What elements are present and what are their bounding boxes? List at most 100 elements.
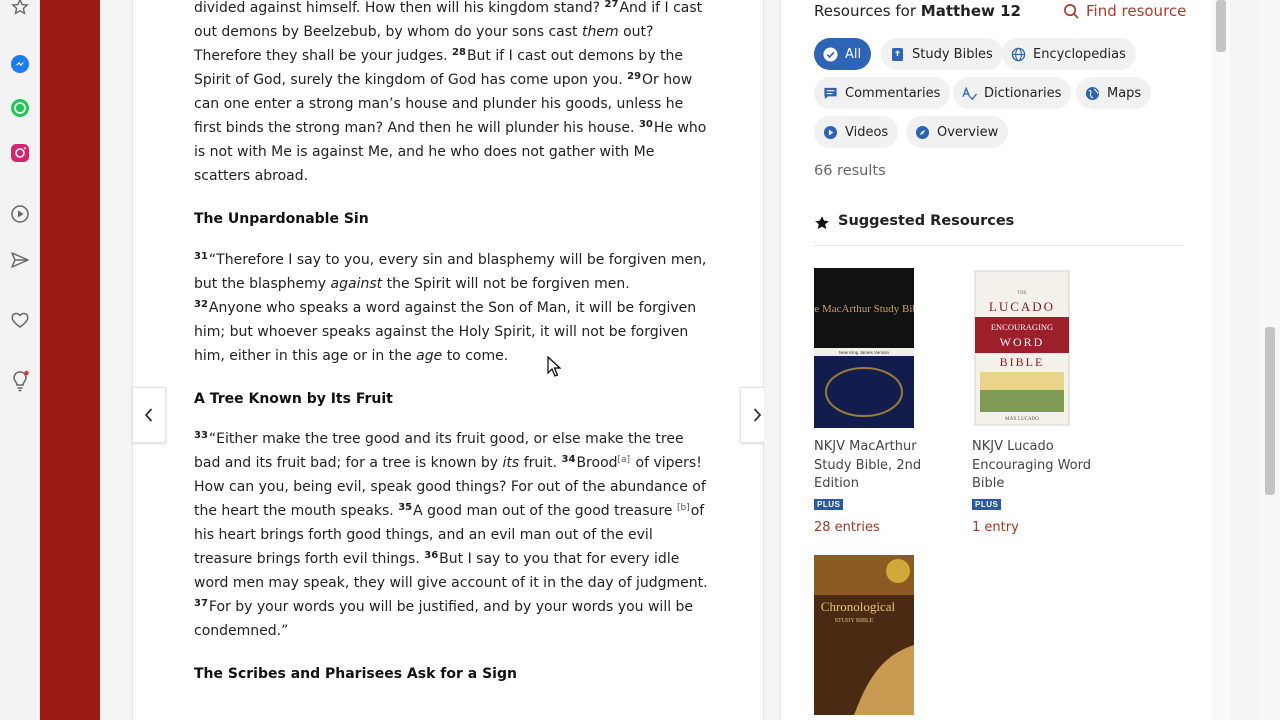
pane-gutter <box>764 0 780 720</box>
section-heading: The Scribes and Pharisees Ask for a Sign <box>194 666 517 682</box>
verse-number: 34 <box>561 454 576 465</box>
globe-icon <box>1011 47 1026 62</box>
find-resource-label: Find resource <box>1086 2 1187 20</box>
filter-chip-label: Study Bibles <box>912 46 993 62</box>
brand-sidebar-strip <box>40 0 100 720</box>
resources-scrollbar[interactable] <box>1212 0 1230 720</box>
filter-chip-videos[interactable]: Videos <box>814 116 899 148</box>
verse-text: to come. <box>446 348 509 364</box>
filter-chip-study-bibles[interactable]: Study Bibles <box>881 38 1003 70</box>
play-circle-icon <box>823 125 838 140</box>
book-title[interactable]: NKJV MacArthur Study Bible, 2nd Edition <box>814 438 944 494</box>
verse-paragraph: 31“Therefore I say to you, every sin and… <box>194 248 709 368</box>
italic-word: its <box>502 455 520 471</box>
verse-text: fruit. <box>523 455 558 471</box>
verse-number: 33 <box>194 430 208 441</box>
filter-chip-label: Overview <box>937 124 999 140</box>
verse-text: For by your words you will be justified,… <box>194 599 694 639</box>
filter-chip-label: Maps <box>1107 85 1142 101</box>
results-count: 66 results <box>814 163 886 179</box>
resource-card[interactable]: THE LUCADO ENCOURAGING WORD BIBLE MAX LU… <box>972 268 1102 535</box>
footnote-link[interactable]: [a] <box>618 455 631 465</box>
italic-word: them <box>581 24 619 40</box>
resource-card[interactable]: The MacArthur Study Bible New King James… <box>814 268 944 535</box>
chevron-left-icon <box>144 408 153 422</box>
verse-number: 29 <box>627 71 642 82</box>
plus-badge: PLUS <box>814 498 844 510</box>
verse-number: 27 <box>604 0 619 10</box>
filter-chip-maps[interactable]: Maps <box>1076 77 1152 109</box>
suggested-resources-header: Suggested Resources <box>814 213 1184 246</box>
scrollbar-thumb[interactable] <box>1216 0 1226 52</box>
italic-word: against <box>330 276 383 292</box>
verse-number: 36 <box>424 550 439 561</box>
filter-chip-overview[interactable]: Overview <box>906 116 1009 148</box>
verse-number: 37 <box>194 598 208 609</box>
study-bible-icon <box>890 47 905 62</box>
play-history-icon[interactable] <box>9 203 31 225</box>
filter-chip-label: Dictionaries <box>984 85 1062 101</box>
verse-number: 30 <box>638 119 653 130</box>
passage-text: divided against himself. How then will h… <box>194 0 709 684</box>
lightbulb-icon[interactable] <box>9 370 31 392</box>
verse-number: 28 <box>452 47 466 58</box>
resources-heading: Resources for Matthew 12 <box>814 2 1021 20</box>
resources-heading-reference: Matthew 12 <box>920 2 1021 20</box>
cover-title-line: THE <box>1017 291 1027 296</box>
search-icon <box>1064 3 1079 19</box>
filter-chip-dictionaries[interactable]: Dictionaries <box>953 77 1072 109</box>
send-icon[interactable] <box>9 249 31 271</box>
scrollbar-thumb[interactable] <box>1265 327 1275 495</box>
book-title[interactable]: NKJV Lucado Encouraging Word Bible <box>972 438 1102 494</box>
messenger-icon[interactable] <box>9 53 31 75</box>
instagram-icon[interactable] <box>9 142 31 164</box>
whatsapp-icon[interactable] <box>9 97 31 119</box>
previous-chapter-button[interactable] <box>132 387 166 443</box>
check-circle-icon <box>823 46 838 62</box>
compass-icon <box>915 125 930 140</box>
filter-chip-encyclopedias[interactable]: Encyclopedias <box>1002 38 1136 70</box>
plus-badge: PLUS <box>972 498 1002 510</box>
filter-chip-all[interactable]: All <box>814 38 872 70</box>
entries-count[interactable]: 28 entries <box>814 520 944 535</box>
resource-card[interactable]: Chronological STUDY BIBLE <box>814 555 944 715</box>
filter-chip-label: Commentaries <box>845 85 941 101</box>
cover-title: The MacArthur Study Bible <box>814 303 914 315</box>
bookmark-star-icon[interactable] <box>9 0 31 18</box>
find-resource-link[interactable]: Find resource <box>1063 2 1186 20</box>
filter-chip-label: All <box>845 46 862 62</box>
filter-chip-label: Videos <box>845 124 889 140</box>
italic-word: age <box>416 348 443 364</box>
verse-text: Brood <box>576 455 618 471</box>
cover-title-line: ENCOURAGING <box>991 322 1053 332</box>
book-cover-image: Chronological STUDY BIBLE <box>814 555 914 715</box>
spell-check-icon <box>962 86 977 101</box>
verse-text: A good man out of the good treasure <box>413 503 673 519</box>
cover-subtitle: New King James Version <box>839 350 890 355</box>
cover-title-line: LUCADO <box>989 299 1055 314</box>
verse-paragraph: divided against himself. How then will h… <box>194 0 709 188</box>
section-heading: A Tree Known by Its Fruit <box>194 391 393 407</box>
star-icon <box>815 216 829 229</box>
verse-number: 31 <box>194 251 208 262</box>
page-scrollbar[interactable] <box>1260 0 1280 720</box>
footnote-link[interactable]: [b] <box>677 503 690 513</box>
heart-icon[interactable] <box>9 309 31 331</box>
cover-subtitle: STUDY BIBLE <box>835 618 874 624</box>
resources-heading-prefix: Resources for <box>814 2 916 20</box>
mouse-cursor-icon <box>547 356 561 377</box>
bible-passage-pane: divided against himself. How then will h… <box>132 0 774 720</box>
book-cover-image: The MacArthur Study Bible New King James… <box>814 268 914 428</box>
cover-title-line: BIBLE <box>1000 355 1045 369</box>
app-window: divided against himself. How then will h… <box>0 0 1280 720</box>
cover-title: Chronological <box>821 599 896 614</box>
verse-number: 32 <box>194 299 208 310</box>
filter-chip-commentaries[interactable]: Commentaries <box>814 77 951 109</box>
section-heading: The Unpardonable Sin <box>194 211 369 227</box>
verse-text: Anyone who speaks a word against the Son… <box>194 300 697 364</box>
filter-chip-label: Encyclopedias <box>1033 46 1126 62</box>
entries-count[interactable]: 1 entry <box>972 520 1102 535</box>
verse-number: 35 <box>398 502 413 513</box>
verse-text: the Spirit will not be forgiven men. <box>386 276 630 292</box>
map-globe-icon <box>1085 86 1100 101</box>
